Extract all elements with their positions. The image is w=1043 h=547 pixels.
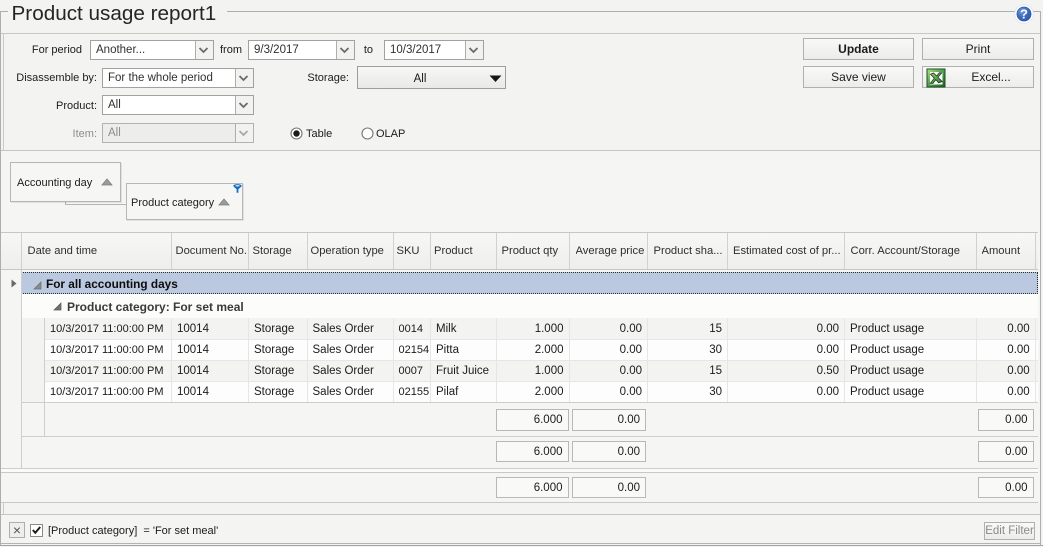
svg-text:?: ? xyxy=(1020,7,1028,22)
